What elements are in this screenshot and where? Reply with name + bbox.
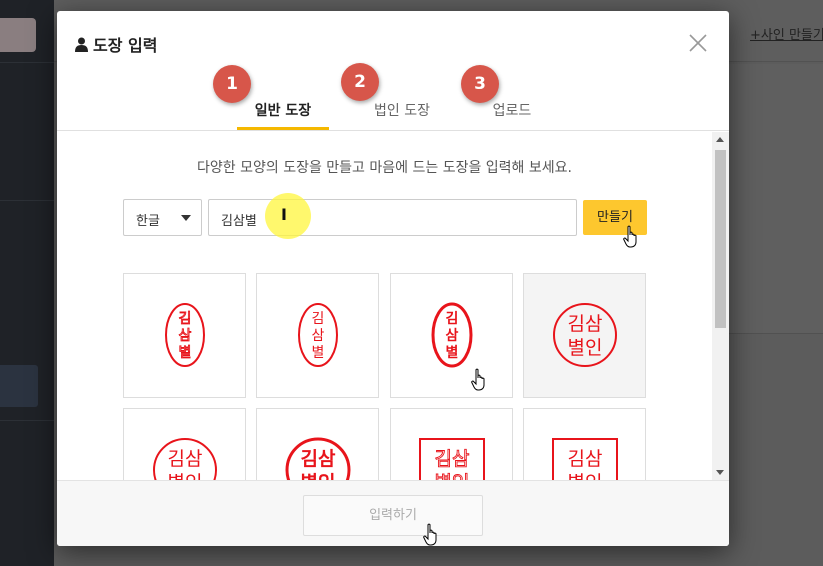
language-select-value: 한글	[136, 214, 160, 229]
stamp-text: 삼	[446, 328, 459, 344]
stamp-image: 김삼별	[431, 302, 473, 368]
divider	[0, 62, 54, 63]
background-sidebar-active-item	[0, 365, 38, 407]
tab-label: 일반 도장	[254, 103, 312, 119]
stamp-text: 별	[446, 344, 459, 361]
stamp-text: 김삼	[301, 448, 336, 470]
tab-label: 법인 도장	[374, 103, 430, 119]
stamp-text: 별인	[568, 472, 603, 480]
stamp-image: 김삼별인	[553, 303, 617, 367]
scroll-down-arrow[interactable]	[716, 470, 724, 475]
stamp-text: 김	[446, 310, 459, 327]
stamp-input-modal: 도장 입력 일반 도장 법인 도장 업로드 1 2 3 다양한 모양의 도장을 …	[57, 11, 729, 546]
scroll-thumb[interactable]	[715, 150, 726, 328]
background-sidebar	[0, 0, 54, 566]
text-cursor-icon: I	[281, 205, 287, 224]
divider	[0, 420, 54, 421]
stamp-option[interactable]: 김삼별인	[523, 273, 646, 398]
submit-button[interactable]: 입력하기	[303, 495, 483, 536]
step-badge: 3	[461, 65, 499, 103]
stamp-option[interactable]: 김삼별	[123, 273, 246, 398]
stamp-text: 별인	[435, 472, 470, 480]
stamp-text: 김	[179, 311, 192, 327]
hand-cursor-icon	[623, 225, 637, 248]
tab-upload[interactable]: 업로드	[477, 97, 547, 130]
step-badge: 1	[213, 65, 251, 103]
stamp-option[interactable]: 김삼별인	[390, 408, 513, 480]
stamp-tabs: 일반 도장 법인 도장 업로드 1 2 3	[57, 63, 729, 131]
stamp-text: 별	[179, 345, 192, 361]
stamp-image: 김삼별인	[153, 438, 217, 480]
divider	[0, 200, 54, 201]
stamp-text: 삼	[179, 328, 192, 344]
stamp-text: 김삼	[168, 448, 203, 470]
stamp-text: 별인	[301, 472, 336, 480]
stamp-text: 별인	[568, 337, 603, 359]
scroll-up-arrow[interactable]	[716, 137, 724, 142]
description-text: 다양한 모양의 도장을 만들고 마음에 드는 도장을 입력해 보세요.	[197, 160, 572, 176]
stamp-text: 김삼	[568, 313, 603, 335]
hand-cursor-icon	[471, 368, 485, 391]
stamp-image: 김삼별인	[552, 438, 618, 480]
modal-header: 도장 입력	[57, 11, 729, 75]
stamp-option[interactable]: 김삼별인	[123, 408, 246, 480]
stamp-option[interactable]: 김삼별인	[523, 408, 646, 480]
stamp-image: 김삼별	[165, 303, 205, 367]
modal-body: 다양한 모양의 도장을 만들고 마음에 드는 도장을 입력해 보세요. 한글 김…	[57, 132, 729, 480]
stamp-image: 김삼별인	[419, 438, 485, 480]
scrollbar[interactable]	[712, 132, 729, 480]
tab-corporate-stamp[interactable]: 법인 도장	[357, 97, 447, 130]
modal-title-text: 도장 입력	[93, 36, 158, 55]
stamp-text: 별인	[168, 472, 203, 480]
stamp-option[interactable]: 김삼별	[256, 273, 379, 398]
stamp-option[interactable]: 김삼별인	[256, 408, 379, 480]
step-badge: 2	[341, 63, 379, 101]
modal-footer: 입력하기	[57, 480, 729, 546]
stamp-option[interactable]: 김삼별	[390, 273, 513, 398]
stamp-image: 김삼별	[298, 303, 338, 367]
background-panel	[729, 64, 823, 334]
stamp-text: 김삼	[435, 448, 470, 470]
sign-create-link[interactable]: +사인 만들기	[750, 24, 823, 43]
cursor-highlight	[265, 193, 311, 239]
user-icon	[75, 37, 88, 52]
hand-cursor-icon	[423, 523, 437, 546]
close-icon[interactable]	[687, 32, 709, 54]
language-select[interactable]: 한글	[123, 199, 202, 236]
background-sidebar-block	[0, 18, 36, 52]
tab-general-stamp[interactable]: 일반 도장	[237, 97, 329, 130]
modal-title: 도장 입력	[75, 32, 157, 56]
stamp-text: 김삼	[568, 448, 603, 470]
stamp-text: 삼	[312, 328, 325, 344]
chevron-down-icon	[181, 215, 191, 221]
stamp-text: 김	[312, 311, 325, 327]
stamp-name-input[interactable]: 김삼별	[208, 199, 577, 236]
stamp-image: 김삼별인	[285, 437, 351, 480]
stamp-text: 별	[312, 345, 325, 361]
